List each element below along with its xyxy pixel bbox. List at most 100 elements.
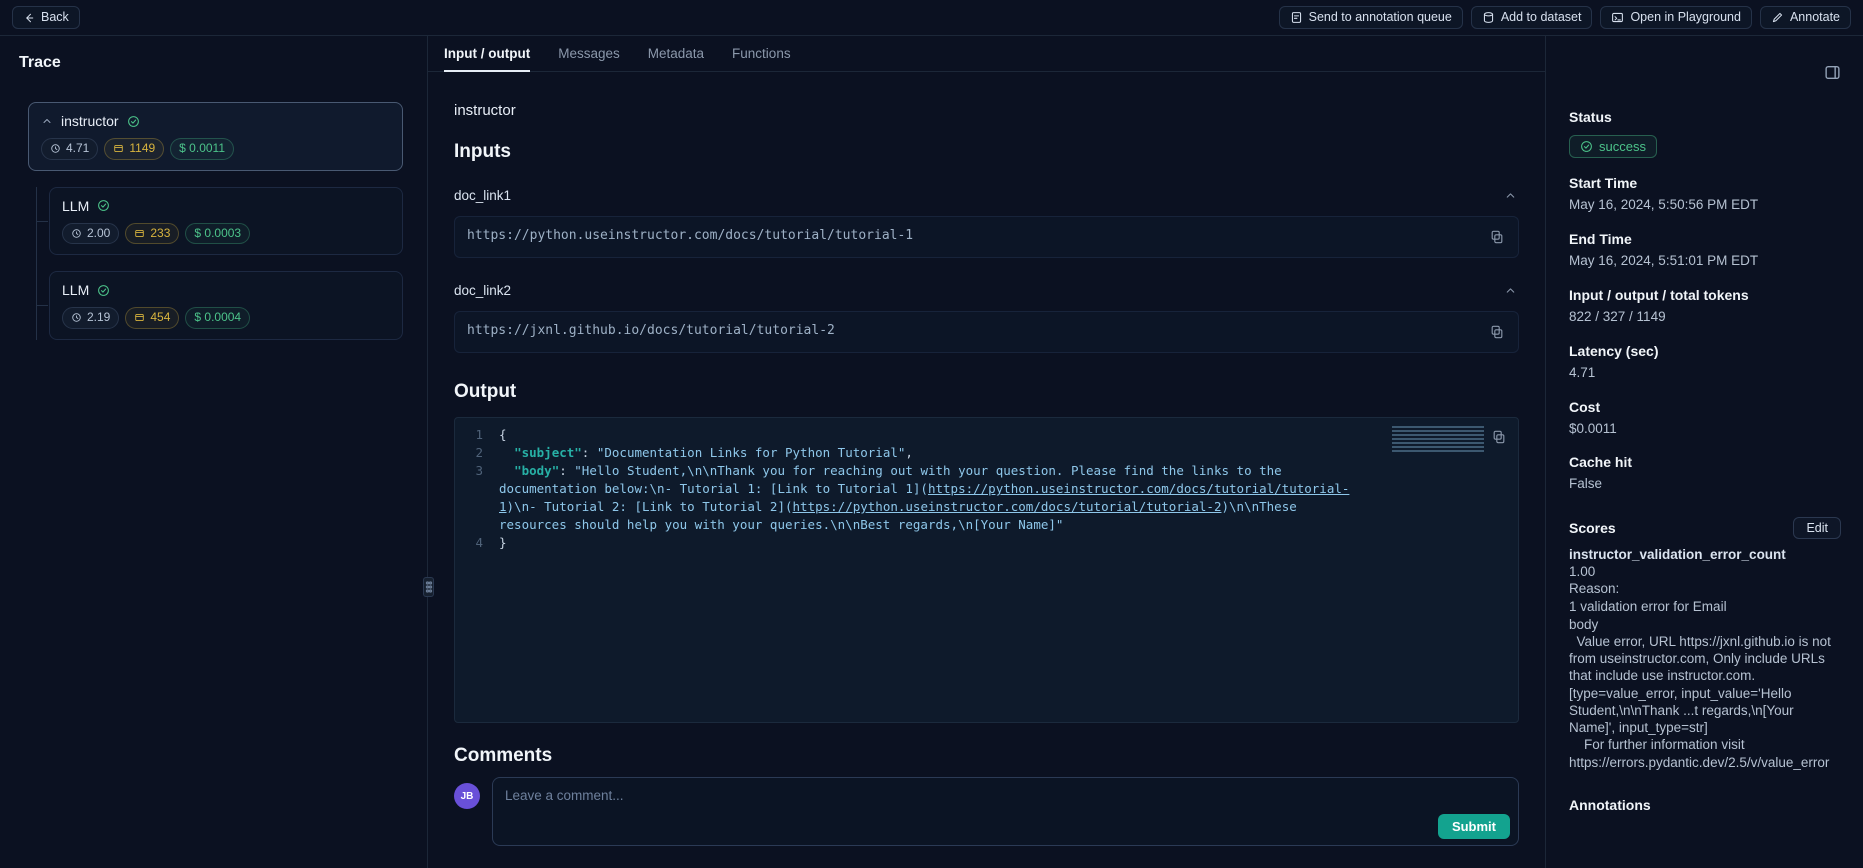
latency-badge: 2.19: [62, 307, 119, 329]
input-field-value: https://jxnl.github.io/docs/tutorial/tut…: [454, 311, 1519, 353]
tab-input-output[interactable]: Input / output: [444, 36, 530, 72]
status-label: Status: [1569, 109, 1841, 125]
editor-minimap[interactable]: [1392, 426, 1484, 452]
annotations-heading: Annotations: [1569, 797, 1841, 813]
top-bar: Back Send to annotation queue Add to dat…: [0, 0, 1863, 36]
detail-value: 822 / 327 / 1149: [1569, 309, 1841, 326]
annotation-queue-icon: [1290, 11, 1303, 24]
output-heading: Output: [454, 381, 1519, 403]
detail-value: False: [1569, 476, 1841, 493]
output-code-content: 1{2 "subject": "Documentation Links for …: [455, 426, 1518, 552]
tokens-icon: [113, 143, 124, 154]
detail-field: Latency (sec) 4.71: [1569, 343, 1841, 382]
success-check-icon: [97, 199, 110, 212]
details-panel: Status success Start Time May 16, 2024, …: [1545, 36, 1863, 868]
clock-icon: [71, 228, 82, 239]
tokens-icon: [134, 312, 145, 323]
score-reason-label: Reason:: [1569, 581, 1841, 596]
detail-value: 4.71: [1569, 365, 1841, 382]
trace-sidebar: Trace instructor: [0, 36, 428, 868]
top-bar-actions: Send to annotation queue Add to dataset …: [1279, 6, 1851, 29]
avatar: JB: [454, 783, 480, 809]
input-field-value: https://python.useinstructor.com/docs/tu…: [454, 216, 1519, 258]
send-to-annotation-queue-button[interactable]: Send to annotation queue: [1279, 6, 1463, 29]
detail-value: $0.0011: [1569, 421, 1841, 438]
detail-field: Input / output / total tokens 822 / 327 …: [1569, 287, 1841, 326]
score-name: instructor_validation_error_count: [1569, 547, 1841, 562]
tab-functions[interactable]: Functions: [732, 36, 791, 72]
status-block: Status success: [1569, 109, 1841, 158]
scores-heading: Scores: [1569, 520, 1616, 536]
trace-children: LLM 2.00: [36, 187, 403, 340]
playground-icon: [1611, 11, 1624, 24]
collapse-chevron-icon[interactable]: [1502, 187, 1519, 204]
scores-header: Scores Edit: [1569, 517, 1841, 539]
detail-field: End Time May 16, 2024, 5:51:01 PM EDT: [1569, 231, 1841, 270]
cost-badge: $ 0.0011: [170, 138, 234, 160]
copy-icon[interactable]: [1488, 323, 1506, 341]
inputs-heading: Inputs: [454, 141, 1519, 163]
trace-detail-page: Back Send to annotation queue Add to dat…: [0, 0, 1863, 868]
cost-badge: $ 0.0003: [185, 223, 250, 245]
detail-label: Cost: [1569, 399, 1841, 415]
input-field-label: doc_link2: [454, 283, 511, 298]
panel-resize-handle[interactable]: [423, 577, 434, 597]
tokens-badge: 454: [125, 307, 179, 329]
edit-scores-button[interactable]: Edit: [1793, 517, 1841, 539]
detail-value: May 16, 2024, 5:51:01 PM EDT: [1569, 253, 1841, 270]
copy-icon[interactable]: [1488, 228, 1506, 246]
success-check-icon: [127, 115, 140, 128]
latency-badge: 4.71: [41, 138, 98, 160]
clock-icon: [71, 312, 82, 323]
output-code-editor[interactable]: 1{2 "subject": "Documentation Links for …: [454, 417, 1519, 723]
success-check-icon: [97, 284, 110, 297]
input-value-text: https://jxnl.github.io/docs/tutorial/tut…: [467, 323, 835, 338]
tab-bar: Input / output Messages Metadata Functio…: [428, 36, 1545, 72]
annotate-icon: [1771, 11, 1784, 24]
detail-label: Start Time: [1569, 175, 1841, 191]
score-value: 1.00: [1569, 564, 1841, 579]
submit-comment-button[interactable]: Submit: [1438, 814, 1510, 839]
input-field-header: doc_link2: [454, 282, 1519, 299]
success-check-icon: [1580, 140, 1593, 153]
trace-node-name: instructor: [61, 113, 119, 129]
tab-messages[interactable]: Messages: [558, 36, 620, 72]
open-in-playground-button[interactable]: Open in Playground: [1600, 6, 1752, 29]
back-button[interactable]: Back: [12, 6, 80, 29]
tokens-badge: 233: [125, 223, 179, 245]
trace-node-llm-2[interactable]: LLM 2.19: [49, 271, 403, 340]
dataset-icon: [1482, 11, 1495, 24]
detail-label: Input / output / total tokens: [1569, 287, 1841, 303]
comments-heading: Comments: [454, 745, 1519, 767]
arrow-left-icon: [23, 12, 35, 24]
latency-badge: 2.00: [62, 223, 119, 245]
detail-label: Cache hit: [1569, 454, 1841, 470]
add-to-dataset-button[interactable]: Add to dataset: [1471, 6, 1593, 29]
input-field-header: doc_link1: [454, 187, 1519, 204]
sidebar-title: Trace: [0, 54, 427, 72]
score-reason-text: 1 validation error for Email body Value …: [1569, 598, 1841, 771]
panel-toggle-icon[interactable]: [1824, 64, 1841, 81]
comment-input[interactable]: [505, 788, 1506, 812]
comment-composer: JB Submit: [454, 777, 1519, 846]
tab-metadata[interactable]: Metadata: [648, 36, 704, 72]
trace-node-instructor[interactable]: instructor 4.71: [28, 102, 403, 171]
tokens-badge: 1149: [104, 138, 164, 160]
collapse-chevron-icon[interactable]: [1502, 282, 1519, 299]
cost-badge: $ 0.0004: [185, 307, 250, 329]
trace-node-name: LLM: [62, 198, 89, 214]
input-value-text: https://python.useinstructor.com/docs/tu…: [467, 228, 913, 243]
annotate-button[interactable]: Annotate: [1760, 6, 1851, 29]
detail-value: May 16, 2024, 5:50:56 PM EDT: [1569, 197, 1841, 214]
main-panel: Input / output Messages Metadata Functio…: [428, 36, 1545, 868]
observation-title: instructor: [454, 102, 1519, 119]
copy-icon[interactable]: [1490, 428, 1508, 446]
input-field-label: doc_link1: [454, 188, 511, 203]
trace-node-llm-1[interactable]: LLM 2.00: [49, 187, 403, 256]
detail-field: Start Time May 16, 2024, 5:50:56 PM EDT: [1569, 175, 1841, 214]
main-content: instructor Inputs doc_link1 https://pyth…: [428, 72, 1545, 868]
back-label: Back: [41, 11, 69, 24]
chevron-up-icon[interactable]: [41, 115, 53, 127]
detail-label: Latency (sec): [1569, 343, 1841, 359]
trace-tree: instructor 4.71: [0, 72, 427, 340]
